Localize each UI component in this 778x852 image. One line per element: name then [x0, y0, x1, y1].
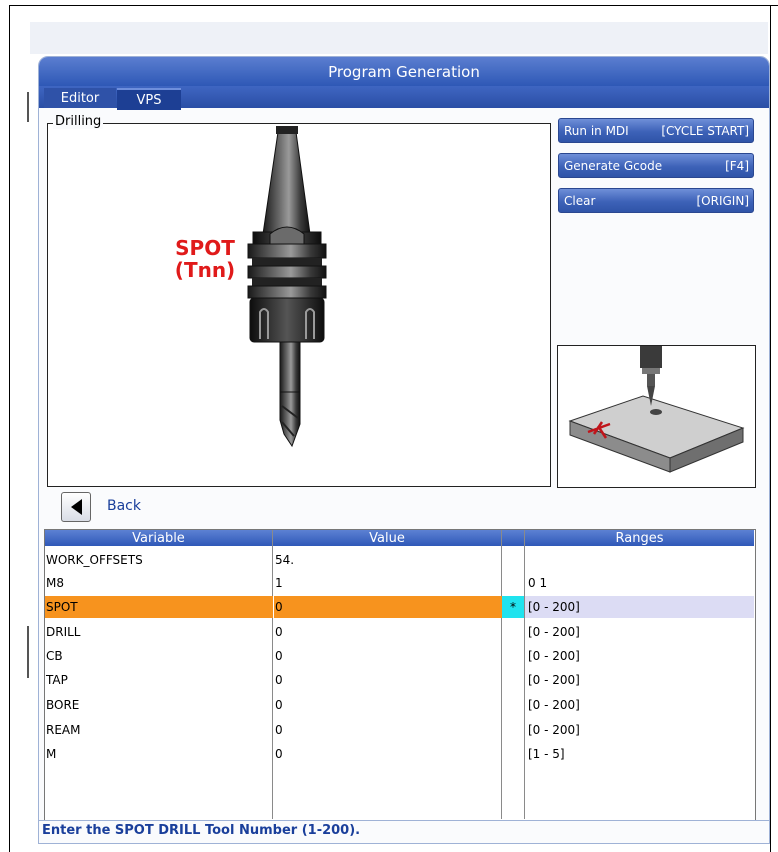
cell-marker — [502, 669, 524, 691]
cell-variable: BORE — [46, 698, 80, 712]
button-label: Run in MDI — [564, 123, 629, 138]
column-header-ranges: Ranges — [525, 530, 754, 546]
run-in-mdi-button[interactable]: Run in MDI [CYCLE START] — [558, 118, 754, 143]
drilled-block-illustration — [568, 346, 745, 473]
left-arrow-icon — [70, 499, 82, 515]
button-key: [ORIGIN] — [696, 193, 750, 208]
cell-range: [1 - 5] — [528, 747, 565, 761]
back-link[interactable]: Back — [107, 498, 141, 514]
button-key: [CYCLE START] — [661, 123, 749, 138]
edge-marker — [27, 92, 29, 122]
cell-variable: REAM — [46, 723, 81, 737]
cell-range: [0 - 200] — [528, 698, 580, 712]
cell-range: [0 - 200] — [528, 723, 580, 737]
cell-variable: CB — [46, 649, 63, 663]
table-row[interactable]: BORE 0 [0 - 200] — [45, 694, 754, 716]
cell-value[interactable]: 0 — [274, 621, 502, 643]
cell-range: [0 - 200] — [528, 673, 580, 687]
cell-marker — [502, 645, 524, 667]
cell-value[interactable]: 0 — [274, 743, 502, 765]
outer-frame-right — [770, 5, 771, 852]
cell-variable: M — [46, 747, 57, 761]
column-header-variable: Variable — [45, 530, 272, 546]
outer-frame-top — [10, 5, 778, 6]
edge-marker — [27, 626, 29, 678]
column-header-marker — [502, 530, 524, 546]
column-header-value: Value — [273, 530, 501, 546]
cell-variable: DRILL — [46, 625, 81, 639]
group-title: Drilling — [53, 114, 104, 129]
cell-variable: WORK_OFFSETS — [46, 553, 143, 567]
table-row[interactable]: M8 1 0 1 — [45, 572, 754, 594]
operation-preview-image — [557, 345, 756, 488]
tab-editor[interactable]: Editor — [44, 88, 116, 108]
cell-value[interactable]: 1 — [274, 572, 502, 594]
button-label: Generate Gcode — [564, 158, 663, 173]
tool-label-number: (Tnn) — [174, 258, 236, 282]
tool-label: SPOT (Tnn) — [165, 237, 245, 281]
table-row-selected[interactable]: SPOT 0 * [0 - 200] — [45, 596, 754, 618]
cell-marker — [502, 572, 524, 594]
table-row[interactable]: WORK_OFFSETS 54. — [45, 549, 754, 571]
cell-value[interactable]: 0 — [274, 694, 502, 716]
outer-frame-left — [9, 5, 10, 852]
cell-value[interactable]: 0 — [274, 669, 502, 691]
cell-value[interactable]: 0 — [274, 645, 502, 667]
button-key: [F4] — [725, 158, 749, 173]
cell-range: [0 - 200] — [525, 596, 754, 618]
cell-marker — [502, 694, 524, 716]
cell-marker — [502, 719, 524, 741]
generate-gcode-button[interactable]: Generate Gcode [F4] — [558, 153, 754, 178]
table-row[interactable]: REAM 0 [0 - 200] — [45, 719, 754, 741]
table-row[interactable]: TAP 0 [0 - 200] — [45, 669, 754, 691]
tab-vps[interactable]: VPS — [117, 88, 181, 110]
tool-label-name: SPOT — [175, 236, 235, 260]
top-strip — [30, 22, 768, 54]
cell-range: 0 1 — [528, 576, 548, 590]
cell-value[interactable]: 54. — [274, 549, 502, 571]
table-row[interactable]: CB 0 [0 - 200] — [45, 645, 754, 667]
cell-range: [0 - 200] — [528, 625, 580, 639]
cell-range: [0 - 200] — [528, 649, 580, 663]
button-label: Clear — [564, 193, 596, 208]
back-button[interactable] — [61, 492, 91, 522]
cell-value[interactable]: 0 — [274, 719, 502, 741]
cell-marker — [502, 743, 524, 765]
cell-marker — [502, 549, 524, 571]
clear-button[interactable]: Clear [ORIGIN] — [558, 188, 754, 213]
status-message: Enter the SPOT DRILL Tool Number (1-200)… — [38, 820, 769, 840]
window-title: Program Generation — [39, 57, 769, 86]
table-row[interactable]: M 0 [1 - 5] — [45, 743, 754, 765]
cell-variable: TAP — [46, 673, 68, 687]
cell-marker: * — [502, 596, 524, 618]
cell-range — [525, 549, 754, 571]
spot-drill-tool-illustration — [247, 126, 327, 448]
cell-variable: M8 — [46, 576, 64, 590]
drilling-group — [47, 123, 551, 487]
cell-marker — [502, 621, 524, 643]
table-row[interactable]: DRILL 0 [0 - 200] — [45, 621, 754, 643]
cell-variable: SPOT — [45, 596, 273, 618]
cell-value[interactable]: 0 — [274, 596, 502, 618]
